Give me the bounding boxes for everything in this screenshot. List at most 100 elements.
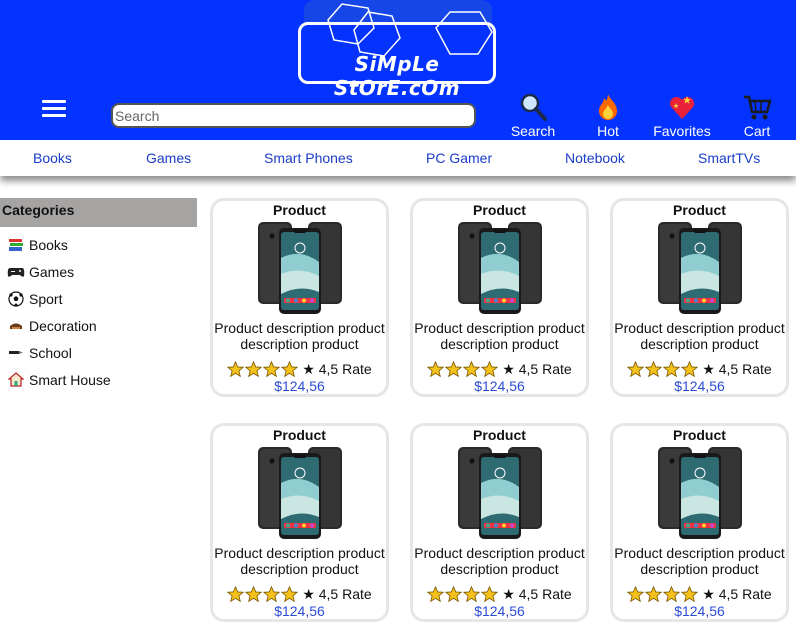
- sidebar-item-sport[interactable]: Sport: [0, 285, 197, 312]
- star-filled-icon: [681, 360, 699, 377]
- product-price: $124,56: [674, 378, 725, 394]
- product-image: [257, 222, 342, 314]
- nav-link-smart-phones[interactable]: Smart Phones: [264, 150, 353, 166]
- categories-sidebar: Categories Books Games Sport Decoration: [0, 198, 197, 393]
- rating-text: ★ 4,5 Rate: [502, 360, 572, 377]
- header: SiMpLe StOrE.cOm Search Hot Favorites: [0, 0, 796, 140]
- store-logo[interactable]: SiMpLe StOrE.cOm: [296, 0, 498, 100]
- rating-stars: [427, 360, 499, 378]
- star-filled-icon: [263, 360, 281, 377]
- sidebar-item-label: Smart House: [29, 371, 111, 388]
- rating-stars: [427, 585, 499, 603]
- product-description: Product description product description …: [414, 545, 585, 577]
- star-filled-icon: [627, 585, 645, 602]
- heart-icon: [669, 96, 695, 119]
- rating-text: ★ 4,5 Rate: [502, 585, 572, 602]
- nav-link-notebook[interactable]: Notebook: [565, 150, 625, 166]
- sidebar-item-school[interactable]: School: [0, 339, 197, 366]
- product-image: [657, 222, 742, 314]
- nav-link-smarttvs[interactable]: SmartTVs: [698, 150, 760, 166]
- cart-button-label: Cart: [743, 123, 771, 139]
- star-filled-icon: [445, 585, 463, 602]
- gamepad-icon: [7, 265, 25, 279]
- product-card[interactable]: Product Product description product desc…: [210, 423, 389, 622]
- hamburger-menu-icon[interactable]: [38, 96, 70, 124]
- rating-stars: [227, 360, 299, 378]
- product-card[interactable]: Product Product description product desc…: [610, 423, 789, 622]
- logo-text: SiMpLe StOrE.cOm: [333, 52, 461, 100]
- product-card[interactable]: Product Product description product desc…: [410, 423, 589, 622]
- product-image: [457, 447, 542, 539]
- magnifier-icon: [520, 93, 547, 121]
- house-icon: [7, 372, 25, 387]
- star-filled-icon: [481, 360, 499, 377]
- product-price: $124,56: [674, 603, 725, 619]
- product-card[interactable]: Product Product description product desc…: [610, 198, 789, 397]
- books-icon: [7, 238, 25, 252]
- sidebar-item-label: Sport: [29, 290, 63, 307]
- star-filled-icon: [663, 585, 681, 602]
- search-button-label: Search: [510, 123, 556, 139]
- product-image: [457, 222, 542, 314]
- rating-text: ★ 4,5 Rate: [302, 360, 372, 377]
- hot-button-label: Hot: [597, 123, 619, 139]
- star-filled-icon: [463, 585, 481, 602]
- favorites-button-label: Favorites: [653, 123, 711, 139]
- cart-button[interactable]: Cart: [722, 92, 792, 139]
- star-filled-icon: [663, 360, 681, 377]
- star-filled-icon: [281, 585, 299, 602]
- sidebar-item-label: Decoration: [29, 317, 97, 334]
- soccer-ball-icon: [7, 290, 25, 307]
- sidebar-item-games[interactable]: Games: [0, 258, 197, 285]
- star-filled-icon: [463, 360, 481, 377]
- decoration-icon: [7, 319, 25, 333]
- product-title: Product: [273, 427, 326, 443]
- product-price: $124,56: [274, 378, 325, 394]
- star-filled-icon: [445, 360, 463, 377]
- product-price: $124,56: [474, 378, 525, 394]
- product-title: Product: [673, 202, 726, 218]
- sidebar-item-label: Books: [29, 236, 68, 253]
- rating-text: ★ 4,5 Rate: [302, 585, 372, 602]
- fire-icon: [599, 94, 617, 120]
- star-filled-icon: [427, 585, 445, 602]
- hot-button[interactable]: Hot: [573, 92, 643, 139]
- sidebar-item-decoration[interactable]: Decoration: [0, 312, 197, 339]
- rating-stars: [627, 360, 699, 378]
- product-title: Product: [273, 202, 326, 218]
- star-filled-icon: [627, 360, 645, 377]
- product-title: Product: [673, 427, 726, 443]
- product-rating: ★ 4,5 Rate: [613, 585, 786, 603]
- product-description: Product description product description …: [614, 320, 785, 352]
- search-button[interactable]: Search: [498, 92, 568, 139]
- star-filled-icon: [427, 360, 445, 377]
- nav-link-pc-gamer[interactable]: PC Gamer: [426, 150, 492, 166]
- star-filled-icon: [681, 585, 699, 602]
- pen-icon: [7, 346, 25, 360]
- star-filled-icon: [281, 360, 299, 377]
- product-rating: ★ 4,5 Rate: [613, 360, 786, 378]
- nav-link-games[interactable]: Games: [146, 150, 191, 166]
- sidebar-item-books[interactable]: Books: [0, 231, 197, 258]
- star-filled-icon: [645, 585, 663, 602]
- nav-link-books[interactable]: Books: [33, 150, 72, 166]
- product-description: Product description product description …: [214, 320, 385, 352]
- rating-stars: [627, 585, 699, 603]
- product-rating: ★ 4,5 Rate: [213, 585, 386, 603]
- star-filled-icon: [227, 360, 245, 377]
- favorites-button[interactable]: Favorites: [647, 92, 717, 139]
- star-filled-icon: [481, 585, 499, 602]
- category-nav: Books Games Smart Phones PC Gamer Notebo…: [0, 140, 796, 176]
- rating-text: ★ 4,5 Rate: [702, 585, 772, 602]
- product-description: Product description product description …: [414, 320, 585, 352]
- product-image: [657, 447, 742, 539]
- rating-text: ★ 4,5 Rate: [702, 360, 772, 377]
- product-card[interactable]: Product Product description product desc…: [210, 198, 389, 397]
- product-card[interactable]: Product Product description product desc…: [410, 198, 589, 397]
- search-input[interactable]: [111, 103, 476, 128]
- sidebar-item-smart-house[interactable]: Smart House: [0, 366, 197, 393]
- star-filled-icon: [645, 360, 663, 377]
- product-rating: ★ 4,5 Rate: [413, 360, 586, 378]
- sidebar-item-label: School: [29, 344, 72, 361]
- star-filled-icon: [263, 585, 281, 602]
